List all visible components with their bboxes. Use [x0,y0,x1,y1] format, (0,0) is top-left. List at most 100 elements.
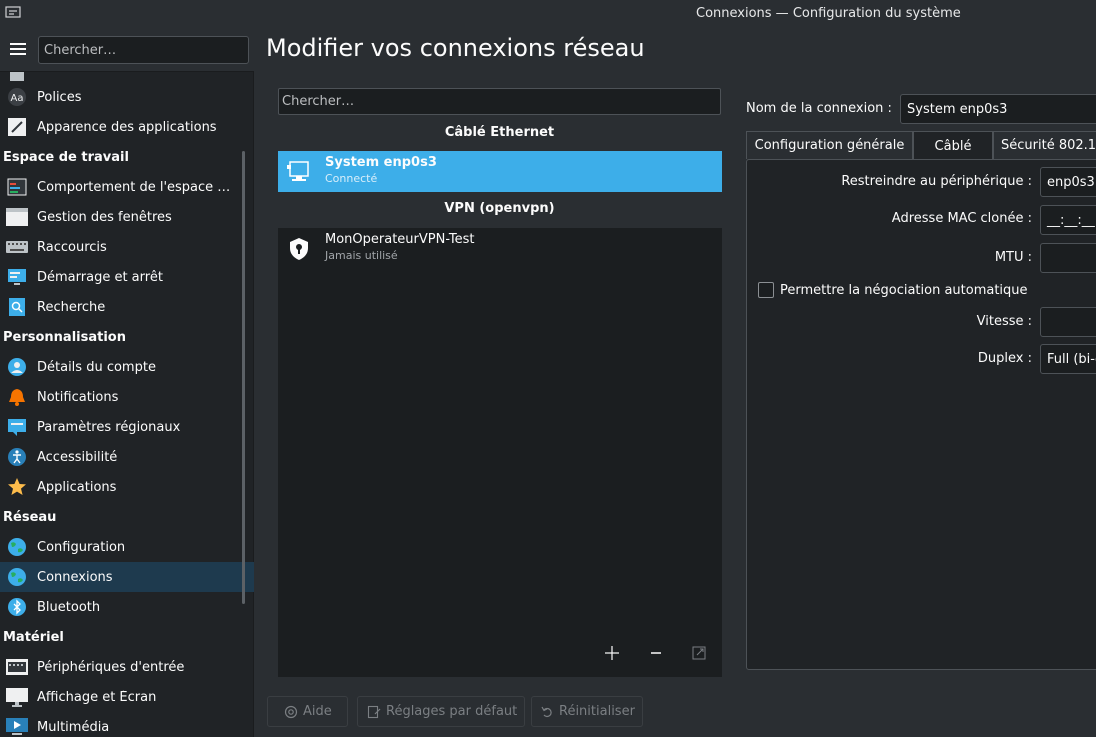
sidebar-item-display[interactable]: Affichage et Écran [0,682,254,712]
window-management-icon [6,206,28,228]
sidebar-scrollbar[interactable] [242,151,245,604]
sidebar-category-workspace: Espace de travail [3,149,129,165]
sidebar-item-startup-shutdown[interactable]: Démarrage et arrêt [0,262,254,292]
sidebar-item-label: Paramètres régionaux [37,419,181,435]
sidebar-item-multimedia[interactable]: Multimédia [0,712,254,737]
speed-combo[interactable] [1040,307,1096,337]
sidebar-item-label: Affichage et Écran [37,689,157,705]
plus-icon [605,646,619,660]
sidebar-item-window-management[interactable]: Gestion des fenêtres [0,202,254,232]
sidebar-item-label: Périphériques d'entrée [37,659,185,675]
minus-icon [651,652,661,654]
vpn-connections-panel [278,228,722,677]
accessibility-icon [6,446,28,468]
hamburger-menu-icon[interactable] [10,43,26,55]
connection-status: Connecté [325,172,378,185]
sidebar-item-label: Démarrage et arrêt [37,269,163,285]
sidebar-item-app-appearance[interactable]: Apparence des applications [0,112,254,142]
cloned-mac-label: Adresse MAC clonée : [891,211,1032,226]
bluetooth-icon [6,596,28,618]
sidebar-item-label: Multimédia [37,719,110,735]
vpn-openvpn-header: VPN (openvpn) [444,201,555,216]
autonegotiation-checkbox[interactable] [758,282,774,298]
sidebar-item-label: Comportement de l'espace … [37,179,231,195]
reset-button[interactable]: Réinitialiser [531,696,643,727]
sidebar-item-input-devices[interactable]: Périphériques d'entrée [0,652,254,682]
sidebar-item-label: Gestion des fenêtres [37,209,172,225]
sidebar-item-network-configuration[interactable]: Configuration [0,532,254,562]
sidebar-header [0,28,254,72]
wired-network-icon [287,161,309,181]
sidebar-item-notifications[interactable]: Notifications [0,382,254,412]
restrict-device-label: Restreindre au périphérique : [841,174,1032,189]
sidebar-item-search[interactable]: Recherche [0,292,254,322]
duplex-combo[interactable]: Full (bi-d [1040,344,1096,374]
export-connection-button[interactable] [686,640,712,666]
connection-name: MonOperateurVPN-Test [325,232,475,247]
mtu-label: MTU : [994,250,1032,265]
sidebar-item-label: Notifications [37,389,119,405]
sidebar-item-applications[interactable]: Applications [0,472,254,502]
settings-tabbar: Configuration générale Câblé Sécurité 80… [746,131,1096,160]
sidebar-item-label: Polices [37,89,82,105]
tab-wired[interactable]: Câblé [913,131,993,160]
undo-icon [540,705,554,719]
bell-icon [6,386,28,408]
search-icon [6,296,28,318]
sidebar-item-regional-settings[interactable]: Paramètres régionaux [0,412,254,442]
sidebar-item-label: Configuration [37,539,126,555]
workspace-behavior-icon [6,176,28,198]
window-title: Connexions — Configuration du système [696,6,961,21]
sidebar-item-account-details[interactable]: Détails du compte [0,352,254,382]
svg-text:Aa: Aa [11,93,24,104]
sidebar-item-shortcuts[interactable]: Raccourcis [0,232,254,262]
wired-settings-panel [746,159,1096,670]
mtu-spinbox[interactable] [1040,243,1096,273]
sidebar-item-label: Raccourcis [37,239,107,255]
defaults-button-label: Réglages par défaut [386,704,518,719]
tab-general-configuration[interactable]: Configuration générale [746,131,913,159]
sidebar-item-workspace-behavior[interactable]: Comportement de l'espace … [0,172,254,202]
connection-name-label: Nom de la connexion : [746,101,892,116]
system-settings-app-icon[interactable] [5,6,21,18]
keyboard-icon [6,236,28,258]
page-title: Modifier vos connexions réseau [266,34,645,62]
user-account-icon [6,356,28,378]
connections-search-input[interactable] [278,88,721,115]
globe-icon [6,566,28,588]
cloned-mac-field[interactable]: __:__:__ [1040,205,1096,235]
help-button[interactable]: Aide [267,696,348,727]
autonegotiation-label[interactable]: Permettre la négociation automatique [780,283,1028,298]
sidebar-list: Aa Polices Apparence des applications Es… [0,72,254,737]
sidebar-item-accessibility[interactable]: Accessibilité [0,442,254,472]
connection-name-field[interactable]: System enp0s3 [900,94,1096,124]
star-icon [6,476,28,498]
connection-item-vpn[interactable]: MonOperateurVPN-Test Jamais utilisé [278,228,722,269]
vpn-shield-icon [290,238,308,260]
defaults-button[interactable]: Réglages par défaut [357,696,525,727]
restrict-device-combo[interactable]: enp0s3 [1040,167,1096,197]
tab-security-8021x[interactable]: Sécurité 802.1 [993,131,1096,159]
multimedia-icon [6,716,28,737]
speed-label: Vitesse : [976,314,1032,329]
startup-shutdown-icon [6,266,28,288]
sidebar-category-personalization: Personnalisation [3,329,126,345]
reset-button-label: Réinitialiser [559,704,635,719]
sidebar-search-input[interactable] [38,36,249,64]
help-icon [284,705,298,719]
sidebar-item-label: Accessibilité [37,449,118,465]
sidebar-item-label: Connexions [37,569,113,585]
add-connection-button[interactable] [599,640,625,666]
sidebar-item-label: Applications [37,479,117,495]
regional-settings-icon [6,416,28,438]
sidebar-item-bluetooth[interactable]: Bluetooth [0,592,254,622]
sidebar-item-label: Apparence des applications [37,119,217,135]
connection-item-system-enp0s3[interactable]: System enp0s3 Connecté [278,151,722,192]
sidebar-category-network: Réseau [3,509,57,525]
sidebar-item-fonts[interactable]: Aa Polices [0,82,254,112]
sidebar-item-connections[interactable]: Connexions [0,562,254,592]
export-icon [692,646,706,660]
appearance-icon [6,116,28,138]
fonts-icon: Aa [6,86,28,108]
remove-connection-button[interactable] [643,640,669,666]
